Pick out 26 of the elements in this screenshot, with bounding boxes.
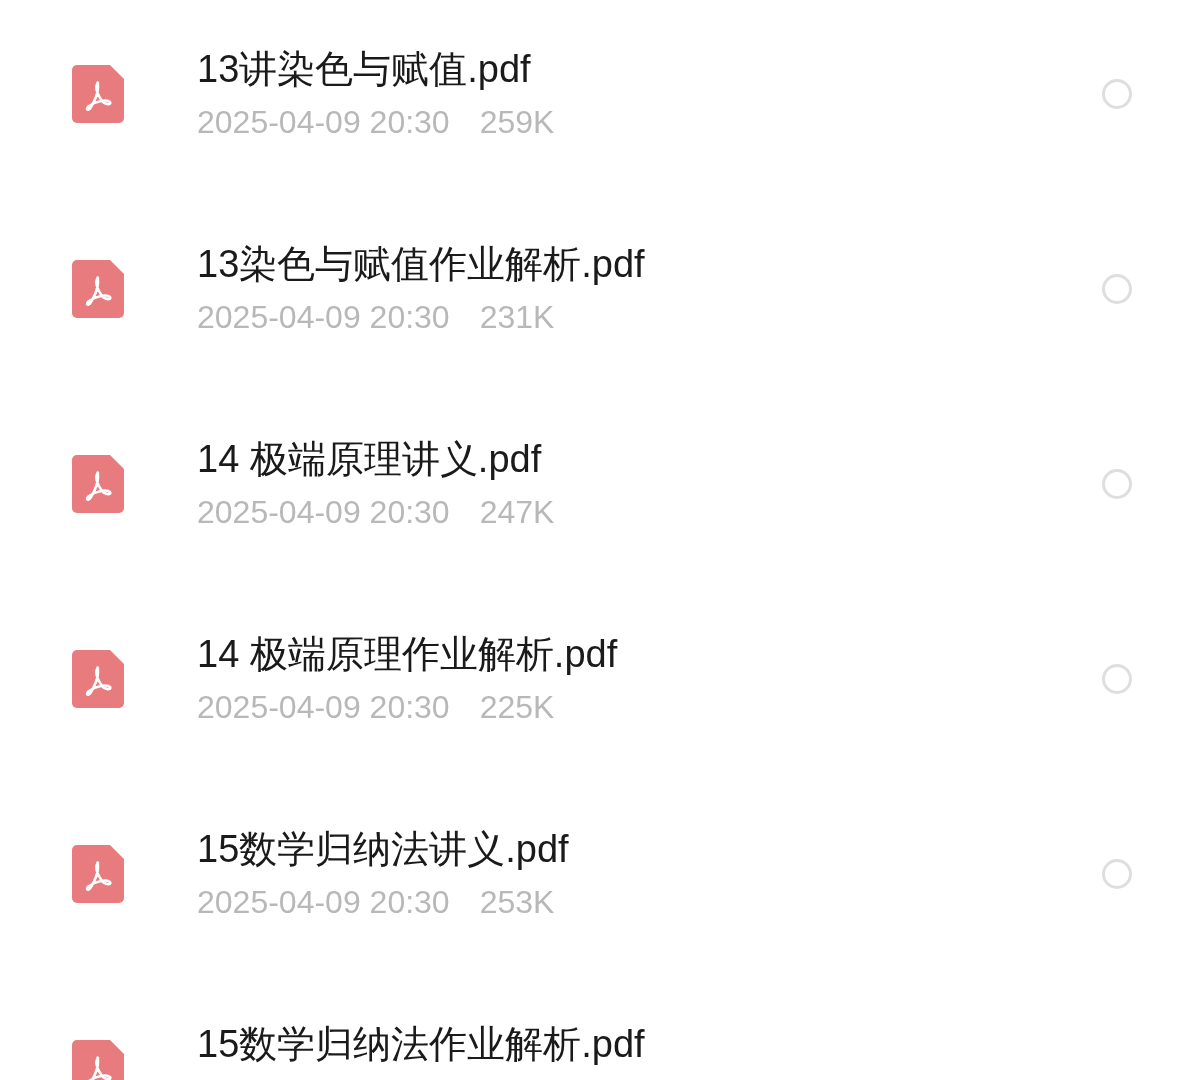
file-name[interactable]: 13染色与赋值作业解析.pdf — [197, 243, 645, 285]
file-name[interactable]: 15数学归纳法作业解析.pdf — [197, 1023, 645, 1065]
radio-button[interactable] — [1102, 858, 1132, 889]
file-name[interactable]: 15数学归纳法讲义.pdf — [197, 828, 569, 870]
file-date: 2025-04-09 20:30 — [197, 104, 450, 140]
file-size: 253K — [479, 884, 555, 920]
radio-button[interactable] — [1102, 273, 1132, 304]
file-name[interactable]: 14 极端原理讲义.pdf — [197, 438, 542, 480]
radio-button[interactable] — [1102, 78, 1132, 109]
pdf-file-icon — [72, 259, 124, 318]
pdf-file-icon — [72, 64, 124, 123]
file-date: 2025-04-09 20:30 — [197, 494, 450, 530]
radio-button[interactable] — [1102, 468, 1132, 499]
pdf-file-icon — [72, 649, 124, 708]
file-size: 231K — [479, 299, 555, 335]
pdf-file-icon — [72, 454, 124, 513]
file-size: 247K — [479, 494, 555, 530]
file-name[interactable]: 13讲染色与赋值.pdf — [197, 48, 531, 90]
file-name[interactable]: 14 极端原理作业解析.pdf — [197, 633, 618, 675]
radio-button[interactable] — [1102, 663, 1132, 694]
file-date: 2025-04-09 20:30 — [197, 884, 450, 920]
file-size: 259K — [479, 104, 555, 140]
file-date: 2025-04-09 20:30 — [197, 689, 450, 725]
file-size: 225K — [479, 689, 555, 725]
file-date: 2025-04-09 20:30 — [197, 299, 450, 335]
pdf-file-icon — [72, 844, 124, 903]
